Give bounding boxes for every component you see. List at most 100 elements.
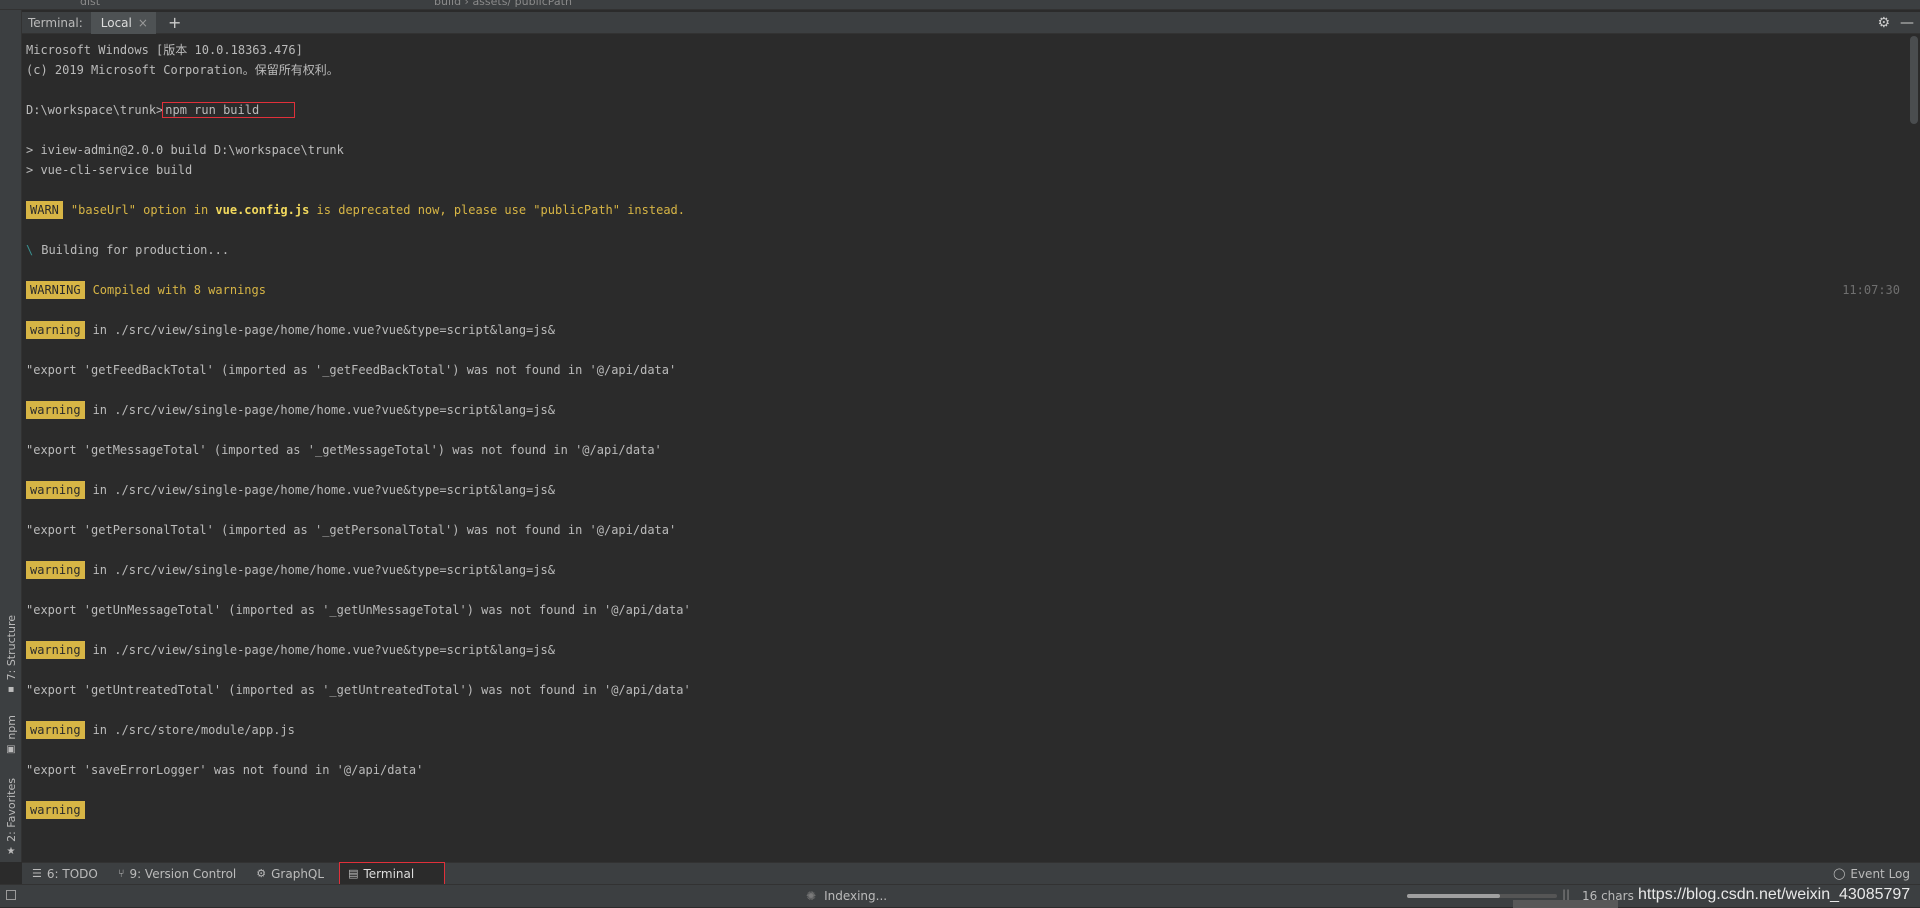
timestamp: 11:07:30 — [1842, 283, 1900, 297]
graphql-icon: ⚙ — [256, 867, 267, 880]
close-icon[interactable]: × — [138, 16, 148, 30]
toggle-tool-windows-icon[interactable] — [6, 890, 16, 900]
warn-text-1: "baseUrl" option in — [70, 203, 216, 217]
tool-structure[interactable]: 7: Structure ▪ — [0, 610, 22, 700]
output-line: "export 'getMessageTotal' (imported as '… — [26, 443, 662, 457]
star-icon: ★ — [6, 845, 16, 857]
tool-terminal[interactable]: ▤ Terminal — [339, 861, 446, 886]
terminal-output[interactable]: Microsoft Windows [版本 10.0.18363.476] (c… — [26, 40, 1906, 855]
spinner-glyph: \ — [26, 243, 34, 257]
warning-line: warning in ./src/store/module/app.js — [26, 720, 1906, 740]
branch-icon: ⑂ — [117, 867, 125, 880]
warn-line: WARN "baseUrl" option in vue.config.js is… — [26, 200, 1906, 220]
terminal-label: Terminal: — [28, 15, 83, 30]
tool-todo[interactable]: ☰ 6: TODO — [22, 863, 108, 885]
warning-badge: warning — [26, 481, 85, 499]
command-text: npm run build — [162, 102, 296, 118]
warn-file: vue.config.js — [215, 203, 310, 217]
warning-badge: warning — [26, 321, 85, 339]
npm-label: npm — [4, 715, 18, 740]
output-line: (c) 2019 Microsoft Corporation。保留所有权利。 — [26, 63, 339, 77]
output-line: "export 'getPersonalTotal' (imported as … — [26, 523, 677, 537]
warning-caps-badge: WARNING — [26, 281, 85, 299]
warn-text-2: is deprecated now, please use "publicPat… — [309, 203, 686, 217]
output-line: > vue-cli-service build — [26, 163, 193, 177]
favorites-label: 2: Favorites — [4, 778, 18, 842]
structure-label: 7: Structure — [4, 614, 18, 681]
tool-graphql[interactable]: ⚙ GraphQL — [246, 863, 334, 885]
output-line: "export 'saveErrorLogger' was not found … — [26, 763, 424, 777]
event-log-label: Event Log — [1850, 866, 1910, 881]
tool-favorites[interactable]: 2: Favorites ★ — [0, 775, 22, 860]
list-icon: ☰ — [32, 867, 42, 880]
npm-icon: ▣ — [6, 743, 16, 755]
terminal-icon: ▤ — [348, 867, 359, 880]
structure-icon: ▪ — [7, 684, 15, 696]
gear-icon[interactable]: ⚙ — [1877, 15, 1890, 31]
breadcrumb-build[interactable]: build › assets/ publicPath — [434, 0, 572, 8]
output-line: "export 'getUnMessageTotal' (imported as… — [26, 603, 691, 617]
minimize-icon[interactable]: — — [1900, 15, 1914, 31]
warning-location: in ./src/view/single-page/home/home.vue?… — [92, 323, 555, 337]
warning-line: warning in ./src/view/single-page/home/ho… — [26, 400, 1906, 420]
indexing-label: Indexing... — [824, 889, 888, 903]
breadcrumb-dist[interactable]: dist — [80, 0, 100, 8]
warning-line: warning in ./src/view/single-page/home/ho… — [26, 320, 1906, 340]
warning-line: warning in ./src/view/single-page/home/ho… — [26, 640, 1906, 660]
warning-badge: warning — [26, 561, 85, 579]
editor-tab-strip: dist build › assets/ publicPath — [0, 0, 1920, 10]
compiled-text: Compiled with 8 warnings — [92, 283, 266, 297]
vertical-scrollbar[interactable] — [1908, 36, 1920, 862]
output-line: > iview-admin@2.0.0 build D:\workspace\t… — [26, 143, 344, 157]
prompt: D:\workspace\trunk> — [26, 103, 164, 117]
warning-badge: warning — [26, 801, 85, 819]
warning-line: warning in ./src/view/single-page/home/ho… — [26, 560, 1906, 580]
add-tab-icon[interactable]: + — [168, 13, 181, 32]
tool-version-control[interactable]: ⑂ 9: Version Control — [108, 863, 246, 885]
output-line: "export 'getUntreatedTotal' (imported as… — [26, 683, 691, 697]
todo-label: 6: TODO — [46, 866, 98, 881]
terminal-header: Terminal: Local × + ⚙ — — [22, 11, 1920, 34]
command-line: D:\workspace\trunk> npm run build — [26, 100, 1906, 120]
tab-local-label: Local — [100, 15, 132, 30]
scrollbar-thumb[interactable] — [1910, 36, 1918, 124]
warn-badge: WARN — [26, 201, 63, 219]
indexing-status[interactable]: ✺ Indexing... — [806, 889, 887, 903]
loading-icon: ✺ — [806, 889, 817, 903]
graphql-label: GraphQL — [271, 866, 325, 881]
tool-event-log[interactable]: ◯ Event Log — [1823, 863, 1920, 885]
header-actions: ⚙ — — [1877, 15, 1920, 31]
watermark-url: https://blog.csdn.net/weixin_43085797 — [1638, 886, 1911, 903]
tab-local[interactable]: Local × — [90, 11, 156, 34]
warning-location: in ./src/view/single-page/home/home.vue?… — [92, 563, 555, 577]
warning-location: in ./src/view/single-page/home/home.vue?… — [92, 643, 555, 657]
warning-location: in ./src/view/single-page/home/home.vue?… — [92, 483, 555, 497]
warning-badge: warning — [26, 721, 85, 739]
warning-badge: warning — [26, 401, 85, 419]
indexing-progress-bar — [1407, 894, 1557, 898]
tool-window-bar: ☰ 6: TODO ⑂ 9: Version Control ⚙ GraphQL… — [22, 861, 1920, 886]
output-line: "export 'getFeedBackTotal' (imported as … — [26, 363, 677, 377]
warning-location: in ./src/store/module/app.js — [92, 723, 295, 737]
event-log-icon: ◯ — [1833, 867, 1846, 880]
compiled-line: WARNING Compiled with 8 warnings 11:07:30 — [26, 280, 1906, 300]
status-bar: ✺ Indexing... || 16 chars https://blog.c… — [0, 884, 1920, 908]
tool-npm[interactable]: npm ▣ — [0, 710, 22, 760]
